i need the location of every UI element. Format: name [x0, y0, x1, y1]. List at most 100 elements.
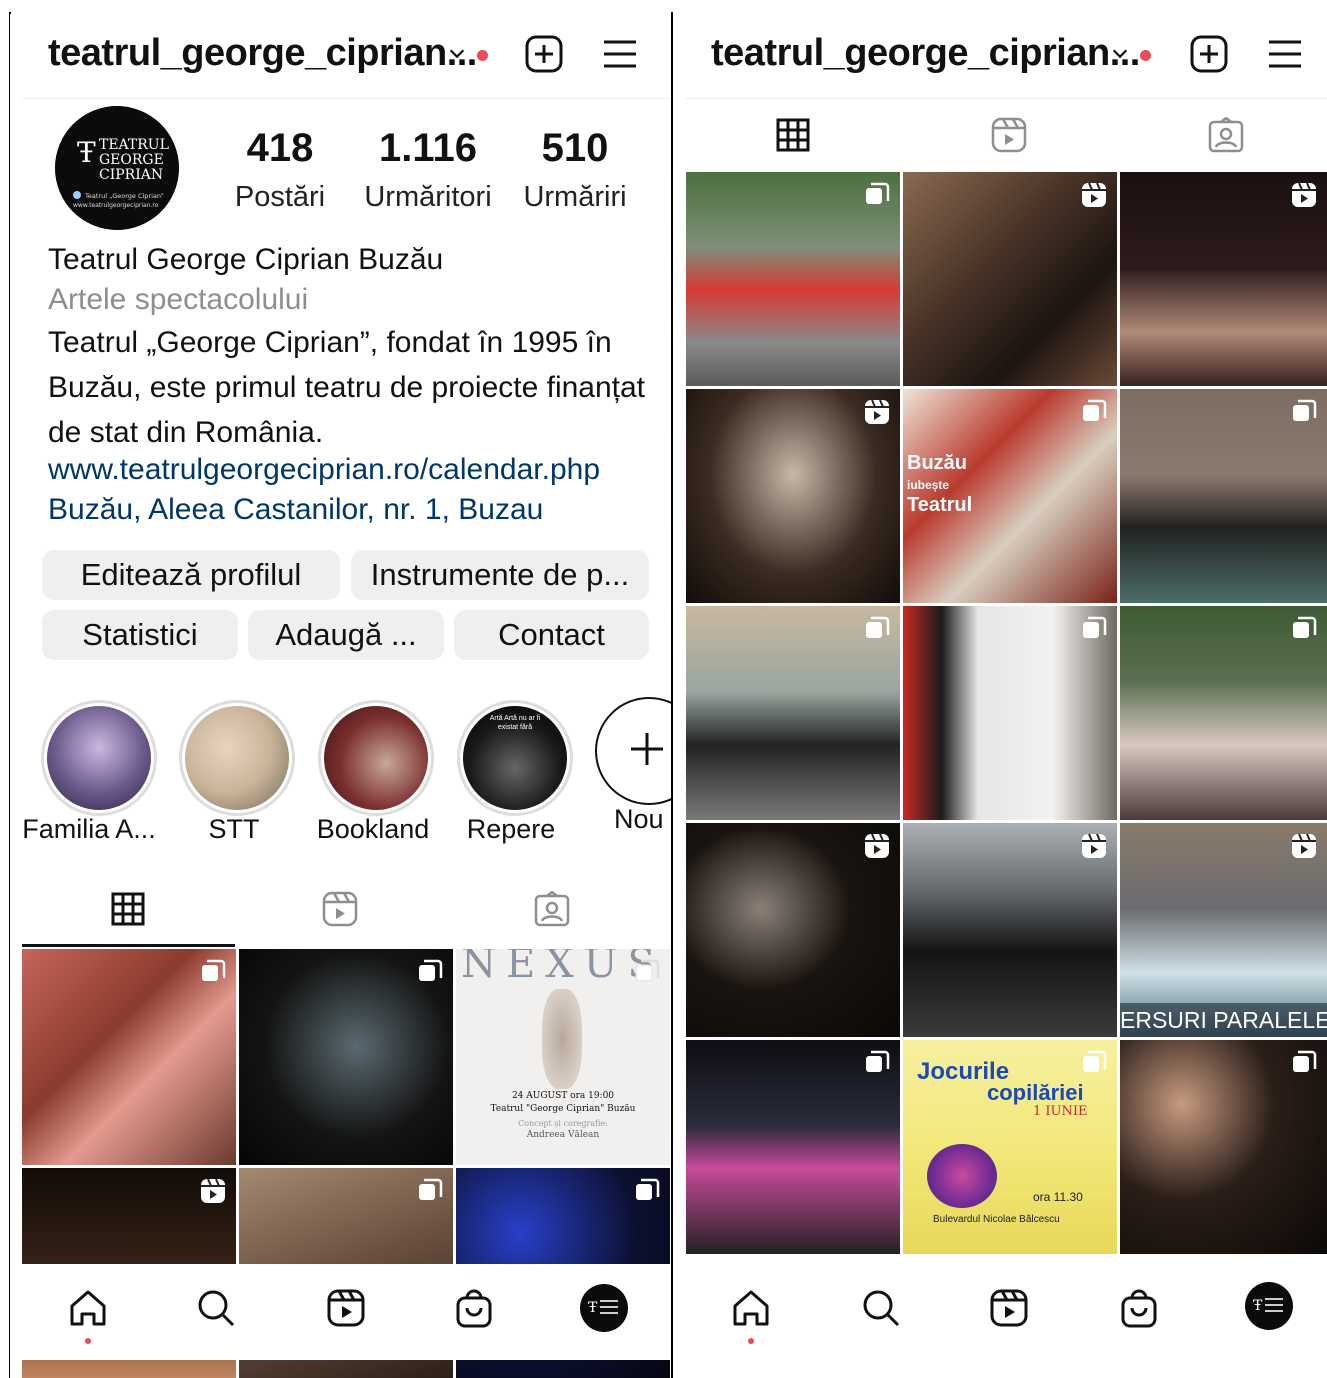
highlight-stt-label: STT	[208, 814, 260, 844]
poster-illustration	[927, 1144, 997, 1208]
grid-icon	[776, 118, 810, 152]
tab-reels[interactable]	[234, 874, 446, 944]
post-tile[interactable]	[686, 1040, 900, 1254]
post-tile[interactable]	[686, 389, 900, 603]
post-tile[interactable]	[239, 949, 453, 1165]
new-post-icon[interactable]	[524, 34, 564, 74]
tab-reels[interactable]	[903, 100, 1115, 170]
poster-credit-name: Andreea Vălean	[526, 1130, 600, 1140]
poster-date: 1 IUNIE	[1033, 1104, 1088, 1119]
profile-website-link[interactable]: www.teatrulgeorgeciprian.ro/calendar.php	[48, 450, 648, 490]
tab-grid[interactable]	[22, 874, 234, 944]
highlight-stt[interactable]	[179, 700, 295, 816]
stat-posts[interactable]: 418 Postări	[210, 126, 350, 214]
carousel-icon	[419, 959, 443, 981]
tab-tagged[interactable]	[446, 874, 658, 944]
post-tile[interactable]	[1120, 606, 1327, 820]
chevron-down-icon[interactable]	[446, 42, 468, 64]
reels-icon[interactable]	[987, 1286, 1031, 1330]
profile-bio-line-1: Teatrul „George Ciprian”, fondat în 1995…	[48, 326, 612, 359]
post-tile-nexus-poster[interactable]: NEXUS 24 AUGUST ora 19:00 Teatrul "Georg…	[456, 949, 670, 1165]
new-highlight-button[interactable]	[595, 697, 671, 805]
search-icon[interactable]	[194, 1286, 238, 1330]
profile-name: Teatrul George Ciprian Buzău	[48, 243, 444, 276]
post-tile[interactable]	[686, 606, 900, 820]
profile-tabs	[673, 100, 1327, 170]
poster-venue: Teatrul "George Ciprian" Buzău	[490, 1104, 636, 1114]
post-tile[interactable]	[903, 823, 1117, 1037]
highlight-repere-text: Artă Artă nu ar fi existat fără	[489, 715, 541, 731]
post-tile[interactable]	[1120, 389, 1327, 603]
post-tile[interactable]	[1120, 1040, 1327, 1254]
header-separator	[685, 98, 1327, 99]
carousel-icon	[202, 959, 226, 981]
tagged-icon	[534, 891, 570, 927]
username-switcher[interactable]: teatrul_george_ciprian...	[711, 32, 1140, 75]
home-icon[interactable]	[729, 1286, 773, 1330]
svg-text:GEORGE: GEORGE	[99, 152, 164, 168]
post-tile[interactable]	[903, 606, 1117, 820]
stat-followers-value: 1.116	[379, 126, 477, 170]
profile-header: teatrul_george_ciprian...	[10, 14, 671, 98]
svg-text:Ŧ: Ŧ	[77, 136, 96, 169]
carousel-icon	[866, 616, 890, 638]
menu-icon[interactable]	[1265, 34, 1305, 74]
carousel-icon	[866, 1050, 890, 1072]
highlight-familia[interactable]	[41, 700, 157, 816]
home-icon[interactable]	[66, 1286, 110, 1330]
highlight-bookland-label: Bookland	[316, 814, 430, 844]
profile-screen-right: teatrul_george_ciprian... Buzău iubește …	[673, 14, 1327, 1378]
poster-figure	[542, 989, 582, 1089]
carousel-icon	[1293, 399, 1317, 421]
insights-button[interactable]: Statistici	[42, 610, 238, 660]
profile-address-link[interactable]: Buzău, Aleea Castanilor, nr. 1, Buzau	[48, 490, 648, 530]
post-tile[interactable]	[686, 172, 900, 386]
profile-avatar[interactable]: Ŧ	[1245, 1282, 1293, 1330]
reels-icon	[322, 891, 358, 927]
svg-text:Teatrul „George Ciprian”: Teatrul „George Ciprian”	[84, 192, 164, 200]
profile-avatar[interactable]: Ŧ TEATRUL GEORGE CIPRIAN Teatrul „George…	[55, 106, 179, 230]
contact-button[interactable]: Contact	[454, 610, 649, 660]
highlight-stt-cover	[185, 706, 289, 810]
edit-profile-button[interactable]: Editează profilul	[42, 550, 340, 600]
notification-dot	[1140, 50, 1151, 61]
menu-icon[interactable]	[600, 34, 640, 74]
highlight-repere[interactable]: Artă Artă nu ar fi existat fără	[457, 700, 573, 816]
new-post-icon[interactable]	[1189, 34, 1229, 74]
post-tile[interactable]	[686, 823, 900, 1037]
stat-followers[interactable]: 1.116 Urmăritori	[358, 126, 498, 214]
profile-avatar[interactable]: Ŧ	[580, 1284, 628, 1332]
highlight-familia-label: Familia A...	[22, 814, 156, 844]
tab-grid[interactable]	[687, 100, 899, 170]
poster-subtitle: copilăriei	[987, 1080, 1084, 1105]
bottom-navigation: Ŧ	[10, 1264, 671, 1360]
chevron-down-icon[interactable]	[1109, 42, 1131, 64]
stat-posts-value: 418	[246, 126, 314, 170]
tab-tagged[interactable]	[1120, 100, 1327, 170]
highlight-bookland[interactable]	[318, 700, 434, 816]
post-tile[interactable]	[903, 172, 1117, 386]
username-switcher[interactable]: teatrul_george_ciprian...	[48, 32, 477, 75]
post-tile[interactable]	[1120, 172, 1327, 386]
profile-bio-line-2: Buzău, este primul teatru de proiecte fi…	[48, 371, 646, 404]
reel-icon	[1082, 182, 1106, 207]
tile-caption: ERSURI PARALELE	[1120, 1003, 1327, 1037]
highlight-repere-label: Repere	[466, 814, 556, 844]
post-tile-jocurile-poster[interactable]: Jocurile copilăriei 1 IUNIE ora 11.30 Bu…	[903, 1040, 1117, 1254]
poster-time: ora 11.30	[1033, 1190, 1083, 1204]
post-tile[interactable]: Buzău iubește Teatrul	[903, 389, 1117, 603]
professional-tools-button[interactable]: Instrumente de p...	[351, 550, 649, 600]
carousel-icon	[636, 1178, 660, 1200]
post-tile[interactable]	[22, 949, 236, 1165]
stat-following[interactable]: 510 Urmăriri	[505, 126, 645, 214]
profile-category: Artele spectacolului	[48, 283, 309, 316]
reels-icon[interactable]	[324, 1286, 368, 1330]
carousel-icon	[1293, 616, 1317, 638]
add-button[interactable]: Adaugă ...	[248, 610, 444, 660]
search-icon[interactable]	[859, 1286, 903, 1330]
shop-icon[interactable]	[452, 1286, 496, 1330]
home-active-dot	[85, 1338, 91, 1344]
svg-text:www.teatrulgeorgeciprian.ro: www.teatrulgeorgeciprian.ro	[73, 202, 159, 209]
post-tile[interactable]: ERSURI PARALELE	[1120, 823, 1327, 1037]
shop-icon[interactable]	[1117, 1286, 1161, 1330]
